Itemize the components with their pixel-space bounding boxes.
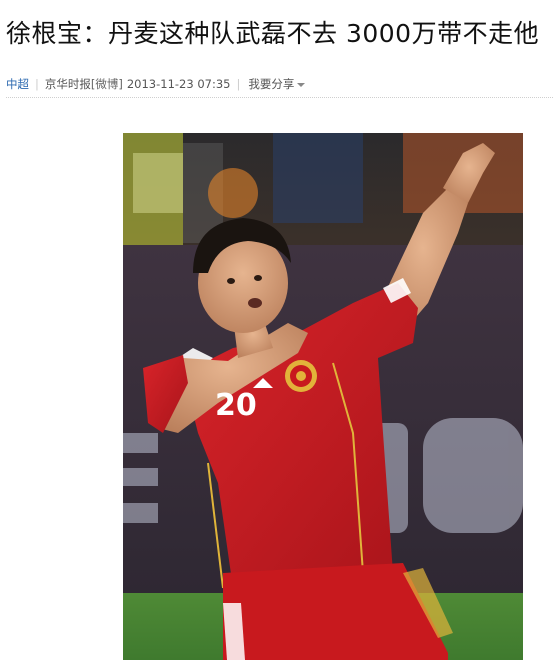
article-headline: 徐根宝：丹麦这种队武磊不去 3000万带不走他 xyxy=(6,19,540,48)
weibo-link[interactable]: [微博] xyxy=(91,76,123,92)
publish-datetime: 2013-11-23 07:35 xyxy=(126,77,231,91)
article-meta: 中超 | 京华时报 [微博] 2013-11-23 07:35 | 我要分享 xyxy=(6,76,306,92)
source-name[interactable]: 京华时报 xyxy=(45,76,91,92)
player-photo-illustration: 20 xyxy=(123,133,523,660)
meta-divider: | xyxy=(35,77,39,91)
chevron-down-icon xyxy=(297,82,306,87)
channel-link[interactable]: 中超 xyxy=(6,76,29,92)
meta-divider: | xyxy=(236,77,241,91)
header-divider xyxy=(6,97,553,98)
jersey-number: 20 xyxy=(215,388,257,423)
share-label: 我要分享 xyxy=(248,77,295,91)
share-button[interactable]: 我要分享 xyxy=(248,76,306,92)
article-photo: 20 xyxy=(123,133,523,660)
